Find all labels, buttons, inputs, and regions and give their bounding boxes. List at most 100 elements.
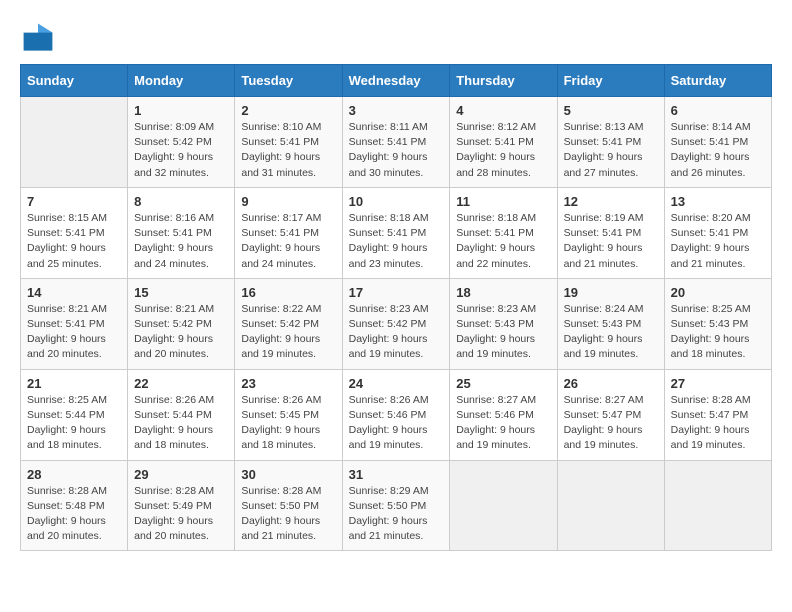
day-number: 19 [564, 285, 658, 300]
calendar-cell [557, 460, 664, 551]
day-info: Sunrise: 8:27 AM Sunset: 5:46 PM Dayligh… [456, 393, 550, 454]
calendar-cell: 2 Sunrise: 8:10 AM Sunset: 5:41 PM Daylig… [235, 97, 342, 188]
day-info: Sunrise: 8:13 AM Sunset: 5:41 PM Dayligh… [564, 120, 658, 181]
week-row-2: 7 Sunrise: 8:15 AM Sunset: 5:41 PM Daylig… [21, 187, 772, 278]
day-info: Sunrise: 8:27 AM Sunset: 5:47 PM Dayligh… [564, 393, 658, 454]
calendar-cell: 29 Sunrise: 8:28 AM Sunset: 5:49 PM Dayli… [128, 460, 235, 551]
day-info: Sunrise: 8:19 AM Sunset: 5:41 PM Dayligh… [564, 211, 658, 272]
day-info: Sunrise: 8:10 AM Sunset: 5:41 PM Dayligh… [241, 120, 335, 181]
page-header [20, 20, 772, 56]
day-info: Sunrise: 8:18 AM Sunset: 5:41 PM Dayligh… [349, 211, 444, 272]
day-info: Sunrise: 8:28 AM Sunset: 5:48 PM Dayligh… [27, 484, 121, 545]
day-info: Sunrise: 8:22 AM Sunset: 5:42 PM Dayligh… [241, 302, 335, 363]
calendar-cell: 30 Sunrise: 8:28 AM Sunset: 5:50 PM Dayli… [235, 460, 342, 551]
calendar-cell: 24Sunrise: 8:26 AM Sunset: 5:46 PM Dayli… [342, 369, 450, 460]
calendar-cell [21, 97, 128, 188]
day-number: 30 [241, 467, 335, 482]
calendar-cell: 19 Sunrise: 8:24 AM Sunset: 5:43 PM Dayli… [557, 278, 664, 369]
day-info: Sunrise: 8:28 AM Sunset: 5:50 PM Dayligh… [241, 484, 335, 545]
day-number: 1 [134, 103, 228, 118]
day-info: Sunrise: 8:26 AM Sunset: 5:45 PM Dayligh… [241, 393, 335, 454]
day-number: 8 [134, 194, 228, 209]
day-number: 23 [241, 376, 335, 391]
day-info: Sunrise: 8:12 AM Sunset: 5:41 PM Dayligh… [456, 120, 550, 181]
day-info: Sunrise: 8:14 AM Sunset: 5:41 PM Dayligh… [671, 120, 765, 181]
day-number: 25 [456, 376, 550, 391]
day-number: 2 [241, 103, 335, 118]
day-info: Sunrise: 8:26 AM Sunset: 5:46 PM Dayligh… [349, 393, 444, 454]
day-number: 26 [564, 376, 658, 391]
day-info: Sunrise: 8:25 AM Sunset: 5:43 PM Dayligh… [671, 302, 765, 363]
day-info: Sunrise: 8:16 AM Sunset: 5:41 PM Dayligh… [134, 211, 228, 272]
day-number: 9 [241, 194, 335, 209]
day-number: 27 [671, 376, 765, 391]
calendar-cell: 25 Sunrise: 8:27 AM Sunset: 5:46 PM Dayli… [450, 369, 557, 460]
day-number: 20 [671, 285, 765, 300]
day-number: 31 [349, 467, 444, 482]
day-number: 3 [349, 103, 444, 118]
calendar-cell: 14Sunrise: 8:21 AM Sunset: 5:41 PM Dayli… [21, 278, 128, 369]
week-row-4: 21Sunrise: 8:25 AM Sunset: 5:44 PM Dayli… [21, 369, 772, 460]
day-number: 10 [349, 194, 444, 209]
day-header-row: SundayMondayTuesdayWednesdayThursdayFrid… [21, 65, 772, 97]
day-header-saturday: Saturday [664, 65, 771, 97]
day-number: 4 [456, 103, 550, 118]
week-row-1: 1 Sunrise: 8:09 AM Sunset: 5:42 PM Daylig… [21, 97, 772, 188]
day-info: Sunrise: 8:28 AM Sunset: 5:49 PM Dayligh… [134, 484, 228, 545]
calendar-cell: 16 Sunrise: 8:22 AM Sunset: 5:42 PM Dayli… [235, 278, 342, 369]
day-info: Sunrise: 8:09 AM Sunset: 5:42 PM Dayligh… [134, 120, 228, 181]
day-number: 15 [134, 285, 228, 300]
day-info: Sunrise: 8:26 AM Sunset: 5:44 PM Dayligh… [134, 393, 228, 454]
calendar-cell: 31 Sunrise: 8:29 AM Sunset: 5:50 PM Dayli… [342, 460, 450, 551]
calendar-cell: 12 Sunrise: 8:19 AM Sunset: 5:41 PM Dayli… [557, 187, 664, 278]
day-header-thursday: Thursday [450, 65, 557, 97]
calendar-cell: 15 Sunrise: 8:21 AM Sunset: 5:42 PM Dayli… [128, 278, 235, 369]
day-number: 5 [564, 103, 658, 118]
calendar-table: SundayMondayTuesdayWednesdayThursdayFrid… [20, 64, 772, 551]
calendar-cell: 11 Sunrise: 8:18 AM Sunset: 5:41 PM Dayli… [450, 187, 557, 278]
calendar-cell: 5 Sunrise: 8:13 AM Sunset: 5:41 PM Daylig… [557, 97, 664, 188]
day-header-wednesday: Wednesday [342, 65, 450, 97]
calendar-header: SundayMondayTuesdayWednesdayThursdayFrid… [21, 65, 772, 97]
day-number: 16 [241, 285, 335, 300]
calendar-body: 1 Sunrise: 8:09 AM Sunset: 5:42 PM Daylig… [21, 97, 772, 551]
day-number: 11 [456, 194, 550, 209]
day-number: 14 [27, 285, 121, 300]
calendar-cell: 20 Sunrise: 8:25 AM Sunset: 5:43 PM Dayli… [664, 278, 771, 369]
calendar-cell: 4 Sunrise: 8:12 AM Sunset: 5:41 PM Daylig… [450, 97, 557, 188]
calendar-cell: 13Sunrise: 8:20 AM Sunset: 5:41 PM Dayli… [664, 187, 771, 278]
calendar-cell: 8 Sunrise: 8:16 AM Sunset: 5:41 PM Daylig… [128, 187, 235, 278]
day-info: Sunrise: 8:29 AM Sunset: 5:50 PM Dayligh… [349, 484, 444, 545]
day-number: 13 [671, 194, 765, 209]
logo-icon [20, 20, 56, 56]
calendar-cell: 17Sunrise: 8:23 AM Sunset: 5:42 PM Dayli… [342, 278, 450, 369]
day-info: Sunrise: 8:21 AM Sunset: 5:42 PM Dayligh… [134, 302, 228, 363]
day-info: Sunrise: 8:23 AM Sunset: 5:43 PM Dayligh… [456, 302, 550, 363]
day-number: 21 [27, 376, 121, 391]
day-info: Sunrise: 8:15 AM Sunset: 5:41 PM Dayligh… [27, 211, 121, 272]
day-number: 29 [134, 467, 228, 482]
calendar-cell: 1 Sunrise: 8:09 AM Sunset: 5:42 PM Daylig… [128, 97, 235, 188]
calendar-cell [450, 460, 557, 551]
calendar-cell: 21Sunrise: 8:25 AM Sunset: 5:44 PM Dayli… [21, 369, 128, 460]
day-number: 7 [27, 194, 121, 209]
day-info: Sunrise: 8:28 AM Sunset: 5:47 PM Dayligh… [671, 393, 765, 454]
calendar-cell: 6Sunrise: 8:14 AM Sunset: 5:41 PM Daylig… [664, 97, 771, 188]
calendar-cell: 18 Sunrise: 8:23 AM Sunset: 5:43 PM Dayli… [450, 278, 557, 369]
day-info: Sunrise: 8:18 AM Sunset: 5:41 PM Dayligh… [456, 211, 550, 272]
day-header-friday: Friday [557, 65, 664, 97]
week-row-5: 28Sunrise: 8:28 AM Sunset: 5:48 PM Dayli… [21, 460, 772, 551]
week-row-3: 14Sunrise: 8:21 AM Sunset: 5:41 PM Dayli… [21, 278, 772, 369]
calendar-cell: 10 Sunrise: 8:18 AM Sunset: 5:41 PM Dayli… [342, 187, 450, 278]
day-header-sunday: Sunday [21, 65, 128, 97]
calendar-cell: 3 Sunrise: 8:11 AM Sunset: 5:41 PM Daylig… [342, 97, 450, 188]
day-info: Sunrise: 8:17 AM Sunset: 5:41 PM Dayligh… [241, 211, 335, 272]
day-info: Sunrise: 8:11 AM Sunset: 5:41 PM Dayligh… [349, 120, 444, 181]
day-info: Sunrise: 8:24 AM Sunset: 5:43 PM Dayligh… [564, 302, 658, 363]
day-header-monday: Monday [128, 65, 235, 97]
day-number: 18 [456, 285, 550, 300]
day-number: 12 [564, 194, 658, 209]
calendar-cell: 7 Sunrise: 8:15 AM Sunset: 5:41 PM Daylig… [21, 187, 128, 278]
calendar-cell: 28Sunrise: 8:28 AM Sunset: 5:48 PM Dayli… [21, 460, 128, 551]
day-info: Sunrise: 8:23 AM Sunset: 5:42 PM Dayligh… [349, 302, 444, 363]
